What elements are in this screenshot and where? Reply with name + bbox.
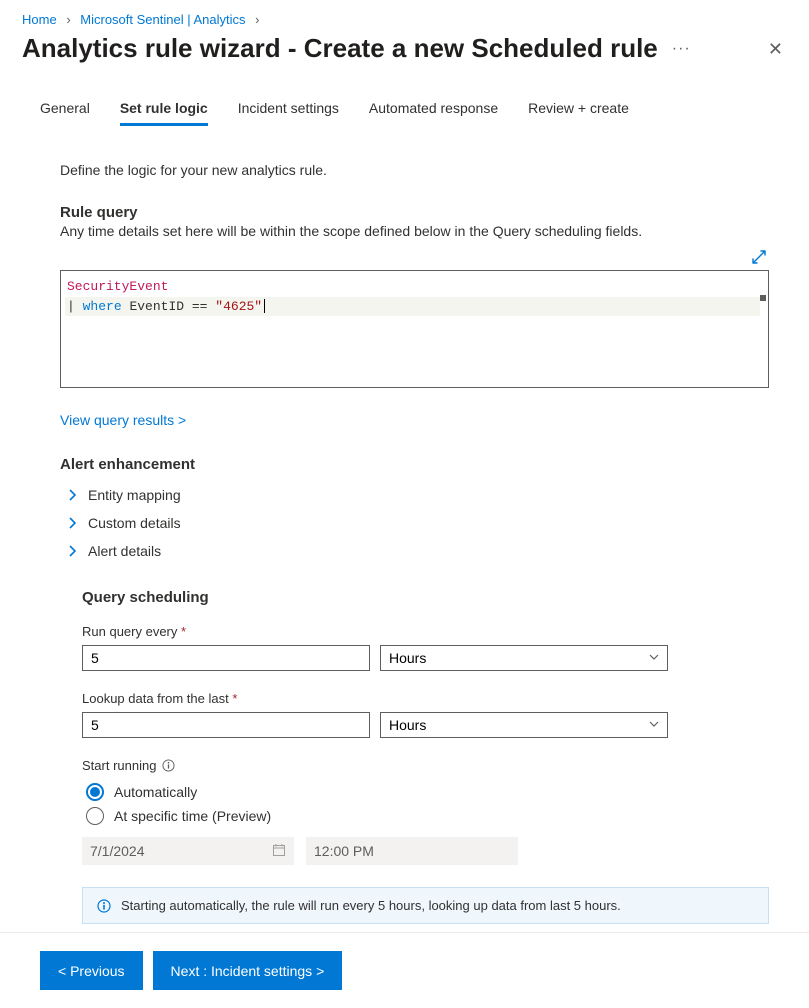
radio-unchecked-icon [86,807,104,825]
more-actions-button[interactable]: ··· [672,40,691,58]
query-line-2: | where EventID == "4625" [65,297,760,317]
chevron-right-icon [68,488,78,502]
tab-incident-settings[interactable]: Incident settings [238,94,339,126]
scheduling-info-box: Starting automatically, the rule will ru… [82,887,769,924]
lookup-data-label: Lookup data from the last * [82,691,769,706]
next-button[interactable]: Next : Incident settings > [153,951,343,990]
alert-enhancement-heading: Alert enhancement [60,456,769,473]
view-query-results-link[interactable]: View query results > [60,412,186,428]
chevron-right-icon [68,544,78,558]
chevron-right-icon [68,516,78,530]
alert-enhancement-label: Alert details [88,543,161,559]
alert-enhancement-alert-details[interactable]: Alert details [60,537,769,565]
breadcrumb-sentinel-analytics[interactable]: Microsoft Sentinel | Analytics [80,12,245,27]
start-running-automatically-radio[interactable]: Automatically [86,783,769,801]
rule-query-heading: Rule query [60,204,769,221]
info-icon [97,899,111,913]
lookup-data-unit-select[interactable] [380,712,668,738]
page-title: Analytics rule wizard - Create a new Sch… [22,33,658,64]
calendar-icon [272,843,286,860]
content-scroll[interactable]: Define the logic for your new analytics … [0,128,809,932]
info-icon[interactable] [162,759,175,772]
intro-text: Define the logic for your new analytics … [60,162,769,178]
lookup-data-input[interactable] [82,712,370,738]
scheduling-info-text: Starting automatically, the rule will ru… [121,898,621,913]
start-date-value: 7/1/2024 [90,843,145,859]
tab-automated-response[interactable]: Automated response [369,94,498,126]
rule-query-sub: Any time details set here will be within… [60,223,769,239]
run-query-every-label: Run query every * [82,624,769,639]
start-time-value: 12:00 PM [314,843,374,859]
chevron-right-icon: › [255,12,259,27]
chevron-right-icon: › [66,12,70,27]
radio-label: At specific time (Preview) [114,808,271,824]
alert-enhancement-entity-mapping[interactable]: Entity mapping [60,481,769,509]
alert-enhancement-custom-details[interactable]: Custom details [60,509,769,537]
breadcrumb-home[interactable]: Home [22,12,57,27]
alert-enhancement-label: Custom details [88,515,181,531]
query-line-1: SecurityEvent [65,279,168,294]
tab-general[interactable]: General [40,94,90,126]
wizard-footer: < Previous Next : Incident settings > [0,932,809,1008]
close-button[interactable]: ✕ [764,36,787,62]
tab-set-rule-logic[interactable]: Set rule logic [120,94,208,126]
start-date-input[interactable]: 7/1/2024 [82,837,294,865]
start-running-label: Start running [82,758,156,773]
wizard-tabs: General Set rule logic Incident settings… [0,94,809,127]
alert-enhancement-label: Entity mapping [88,487,181,503]
query-scheduling-heading: Query scheduling [82,589,769,606]
tab-review-create[interactable]: Review + create [528,94,629,126]
rule-query-editor[interactable]: SecurityEvent | where EventID == "4625" [60,270,769,388]
expand-icon[interactable] [751,252,767,268]
run-query-every-unit-select[interactable] [380,645,668,671]
radio-checked-icon [86,783,104,801]
start-running-specific-time-radio[interactable]: At specific time (Preview) [86,807,769,825]
run-query-every-input[interactable] [82,645,370,671]
previous-button[interactable]: < Previous [40,951,143,990]
breadcrumb: Home › Microsoft Sentinel | Analytics › [0,0,809,33]
start-time-input[interactable]: 12:00 PM [306,837,518,865]
editor-scrollbar-stub [760,295,766,301]
radio-label: Automatically [114,784,197,800]
